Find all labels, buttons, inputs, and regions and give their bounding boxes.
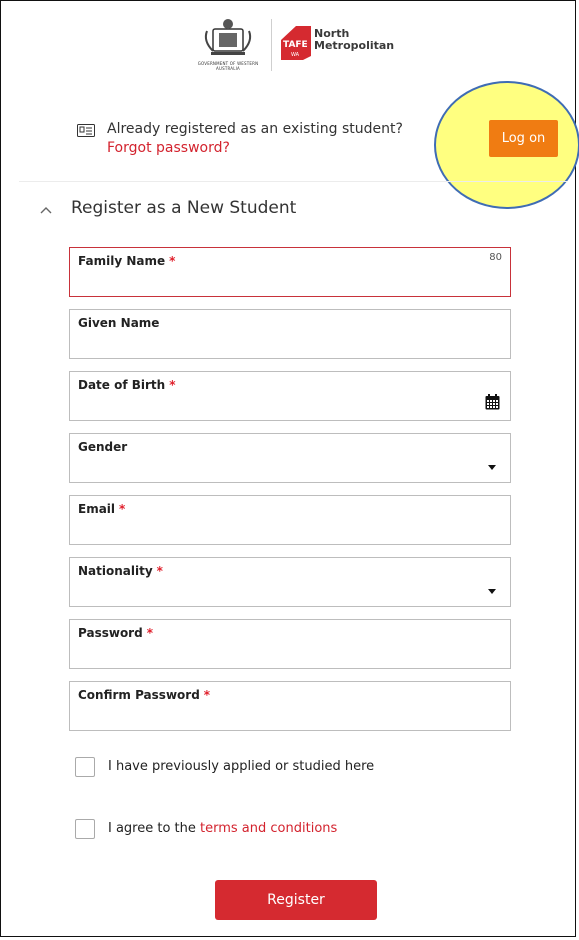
existing-student-prompt: Already registered as an existing studen… [107, 121, 403, 137]
dropdown-caret-icon [488, 465, 496, 470]
section-divider [19, 181, 567, 182]
dropdown-caret-icon [488, 589, 496, 594]
crest-caption: GOVERNMENT OF WESTERN AUSTRALIA [197, 61, 259, 71]
forgot-password-link[interactable]: Forgot password? [107, 140, 230, 156]
svg-text:TAFE: TAFE [283, 40, 308, 50]
email-label: Email * [78, 502, 126, 516]
registration-panel: GOVERNMENT OF WESTERN AUSTRALIA TAFE WA … [0, 0, 579, 937]
header-logos: GOVERNMENT OF WESTERN AUSTRALIA TAFE WA … [193, 15, 403, 75]
nationality-select[interactable]: Nationality * [69, 557, 511, 607]
svg-text:WA: WA [291, 52, 300, 58]
tafe-logo-icon: TAFE WA [281, 26, 311, 60]
tafe-name-line2: Metropolitan [314, 39, 395, 52]
confirm-password-label: Confirm Password * [78, 688, 211, 702]
family-name-field[interactable]: Family Name * 80 [69, 247, 511, 297]
terms-checkbox[interactable] [75, 819, 95, 839]
tafe-name: North Metropolitan [314, 28, 394, 52]
nationality-label: Nationality * [78, 564, 163, 578]
id-card-icon [77, 124, 95, 137]
gender-label: Gender [78, 440, 128, 454]
register-button[interactable]: Register [215, 880, 377, 920]
date-of-birth-field[interactable]: Date of Birth * [69, 371, 511, 421]
gender-select[interactable]: Gender [69, 433, 511, 483]
confirm-password-field[interactable]: Confirm Password * [69, 681, 511, 731]
terms-label: I agree to the terms and conditions [108, 821, 338, 836]
date-of-birth-label: Date of Birth * [78, 378, 176, 392]
previously-applied-label: I have previously applied or studied her… [108, 759, 375, 774]
logon-button[interactable]: Log on [489, 120, 558, 157]
section-title: Register as a New Student [71, 198, 297, 218]
terms-and-conditions-link[interactable]: terms and conditions [200, 821, 337, 836]
logo-divider [271, 19, 272, 71]
email-field[interactable]: Email * [69, 495, 511, 545]
password-field[interactable]: Password * [69, 619, 511, 669]
previously-applied-checkbox[interactable] [75, 757, 95, 777]
calendar-icon[interactable] [485, 394, 500, 410]
family-name-label: Family Name * [78, 254, 176, 268]
given-name-field[interactable]: Given Name [69, 309, 511, 359]
chevron-up-icon[interactable] [39, 203, 53, 217]
password-label: Password * [78, 626, 153, 640]
character-counter: 80 [489, 252, 502, 263]
given-name-label: Given Name [78, 316, 160, 330]
